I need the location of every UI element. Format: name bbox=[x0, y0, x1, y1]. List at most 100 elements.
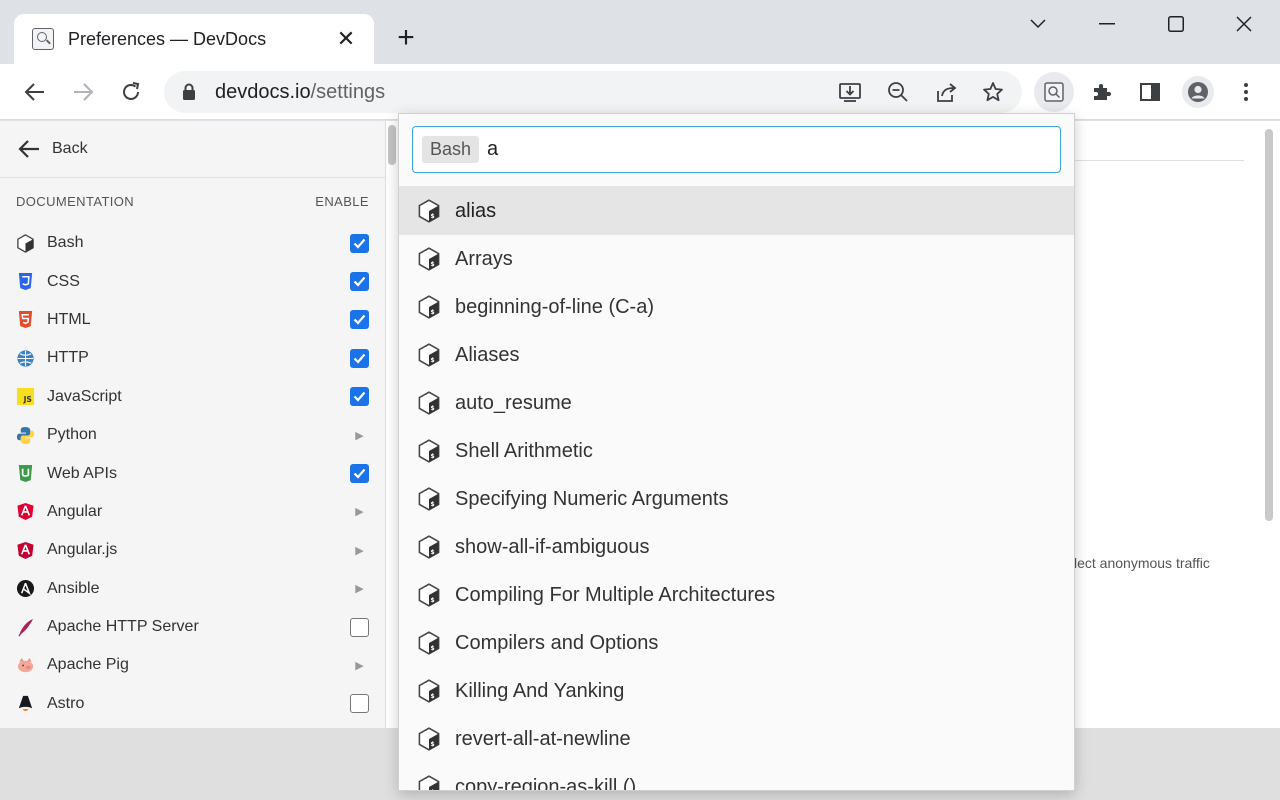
search-result-item[interactable]: $Specifying Numeric Arguments bbox=[399, 475, 1074, 523]
doc-item-label: Web APIs bbox=[47, 465, 350, 483]
enable-checkbox[interactable] bbox=[350, 387, 369, 406]
page-scrollbar[interactable] bbox=[1265, 129, 1273, 521]
enable-checkbox[interactable] bbox=[350, 464, 369, 483]
doc-item-python[interactable]: Python▶ bbox=[0, 416, 385, 454]
svg-text:$: $ bbox=[431, 501, 435, 508]
bookmark-star-icon[interactable] bbox=[977, 76, 1009, 108]
bash-icon: $ bbox=[417, 583, 441, 607]
search-result-item[interactable]: $ Compiling For Multiple Architectures bbox=[399, 571, 1074, 619]
window-close-icon[interactable] bbox=[1220, 8, 1268, 40]
search-result-item[interactable]: $Killing And Yanking bbox=[399, 667, 1074, 715]
search-result-item[interactable]: $copy-region-as-kill () bbox=[399, 763, 1074, 791]
search-query[interactable]: a bbox=[487, 138, 498, 161]
enable-checkbox[interactable] bbox=[350, 272, 369, 291]
doc-item-apache-http-server[interactable]: Apache HTTP Server bbox=[0, 608, 385, 646]
apache-icon bbox=[16, 618, 35, 637]
search-result-item[interactable]: $revert-all-at-newline bbox=[399, 715, 1074, 763]
expand-arrow-icon[interactable]: ▶ bbox=[350, 582, 369, 595]
maximize-icon[interactable] bbox=[1152, 8, 1200, 40]
doc-item-label: Apache HTTP Server bbox=[47, 618, 350, 636]
web-apis-icon bbox=[16, 464, 35, 483]
doc-item-http[interactable]: HTTP bbox=[0, 339, 385, 377]
doc-item-label: CSS bbox=[47, 273, 350, 291]
doc-item-astro[interactable]: Astro bbox=[0, 685, 385, 723]
expand-arrow-icon[interactable]: ▶ bbox=[350, 429, 369, 442]
bash-icon: $ bbox=[417, 727, 441, 751]
doc-item-label: Ansible bbox=[47, 580, 350, 598]
sidebar-scrollbar[interactable] bbox=[388, 125, 396, 165]
doc-item-apache-pig[interactable]: Apache Pig▶ bbox=[0, 646, 385, 684]
side-panel-icon[interactable] bbox=[1134, 76, 1166, 108]
bash-icon: $ bbox=[417, 199, 441, 223]
enable-column-label: ENABLE bbox=[315, 194, 369, 209]
search-result-item[interactable]: $alias bbox=[399, 187, 1074, 235]
minimize-icon[interactable] bbox=[1083, 8, 1131, 40]
settings-sidebar: Back DOCUMENTATION ENABLE Bash CSS HTMLHTT… bbox=[0, 121, 386, 728]
back-link[interactable]: Back bbox=[0, 121, 385, 178]
doc-item-html[interactable]: HTML bbox=[0, 301, 385, 339]
browser-tab[interactable]: Preferences — DevDocs ✕ bbox=[14, 14, 374, 64]
search-result-label: Aliases bbox=[455, 344, 519, 367]
search-result-label: beginning-of-line (C-a) bbox=[455, 296, 654, 319]
share-icon[interactable] bbox=[930, 76, 962, 108]
analytics-setting-text: lect anonymous traffic bbox=[1074, 555, 1210, 571]
doc-item-web-apis[interactable]: Web APIs bbox=[0, 454, 385, 492]
enable-checkbox[interactable] bbox=[350, 310, 369, 329]
chrome-menu-icon[interactable] bbox=[1230, 76, 1262, 108]
enable-checkbox[interactable] bbox=[350, 234, 369, 253]
svg-text:$: $ bbox=[431, 213, 435, 220]
search-input[interactable]: Bash a bbox=[412, 126, 1061, 173]
tab-close-icon[interactable]: ✕ bbox=[334, 27, 358, 51]
forward-arrow-icon[interactable] bbox=[67, 76, 99, 108]
lock-icon[interactable] bbox=[182, 83, 196, 106]
svg-text:$: $ bbox=[431, 309, 435, 316]
expand-arrow-icon[interactable]: ▶ bbox=[350, 505, 369, 518]
back-arrow-icon[interactable] bbox=[19, 76, 51, 108]
search-result-item[interactable]: $show-all-if-ambiguous bbox=[399, 523, 1074, 571]
expand-arrow-icon[interactable]: ▶ bbox=[350, 544, 369, 557]
doc-item-bash[interactable]: Bash bbox=[0, 224, 385, 262]
search-result-label: Compiling For Multiple Architectures bbox=[455, 584, 775, 607]
search-result-item[interactable]: $ beginning-of-line (C-a) bbox=[399, 283, 1074, 331]
profile-avatar-icon[interactable] bbox=[1182, 76, 1214, 108]
enable-checkbox[interactable] bbox=[350, 694, 369, 713]
doc-item-label: Bash bbox=[47, 234, 350, 252]
devdocs-extension-icon[interactable] bbox=[1034, 72, 1074, 112]
extensions-puzzle-icon[interactable] bbox=[1086, 76, 1118, 108]
search-result-item[interactable]: $Shell Arithmetic bbox=[399, 427, 1074, 475]
python-icon bbox=[16, 426, 35, 445]
svg-text:$: $ bbox=[431, 357, 435, 364]
svg-text:$: $ bbox=[431, 693, 435, 700]
reload-icon[interactable] bbox=[115, 76, 147, 108]
doc-item-javascript[interactable]: JSJavaScript bbox=[0, 378, 385, 416]
tab-search-chevron-icon[interactable] bbox=[1014, 8, 1062, 40]
url-text[interactable]: devdocs.io/settings bbox=[215, 81, 385, 104]
zoom-out-icon[interactable] bbox=[882, 76, 914, 108]
tab-title: Preferences — DevDocs bbox=[68, 29, 334, 50]
svg-text:$: $ bbox=[431, 741, 435, 748]
doc-item-angular[interactable]: Angular▶ bbox=[0, 493, 385, 531]
documentation-title: DOCUMENTATION bbox=[16, 194, 134, 209]
search-result-label: auto_resume bbox=[455, 392, 572, 415]
bash-icon: $ bbox=[417, 343, 441, 367]
search-scope-tag[interactable]: Bash bbox=[422, 136, 479, 163]
search-result-item[interactable]: $Arrays bbox=[399, 235, 1074, 283]
bash-icon: $ bbox=[417, 487, 441, 511]
search-result-item[interactable]: $ Aliases bbox=[399, 331, 1074, 379]
http-icon bbox=[16, 349, 35, 368]
enable-checkbox[interactable] bbox=[350, 618, 369, 637]
new-tab-button[interactable]: + bbox=[390, 22, 422, 54]
doc-item-ansible[interactable]: Ansible▶ bbox=[0, 570, 385, 608]
search-result-label: Shell Arithmetic bbox=[455, 440, 593, 463]
expand-arrow-icon[interactable]: ▶ bbox=[350, 659, 369, 672]
enable-checkbox[interactable] bbox=[350, 349, 369, 368]
search-result-item[interactable]: $Compilers and Options bbox=[399, 619, 1074, 667]
html-icon bbox=[16, 310, 35, 329]
doc-item-angular-js[interactable]: Angular.js▶ bbox=[0, 531, 385, 569]
install-app-icon[interactable] bbox=[834, 76, 866, 108]
angularjs-icon bbox=[16, 541, 35, 560]
bash-icon bbox=[16, 234, 35, 253]
address-bar[interactable]: devdocs.io/settings bbox=[164, 71, 1022, 113]
search-result-item[interactable]: $auto_resume bbox=[399, 379, 1074, 427]
doc-item-css[interactable]: CSS bbox=[0, 262, 385, 300]
